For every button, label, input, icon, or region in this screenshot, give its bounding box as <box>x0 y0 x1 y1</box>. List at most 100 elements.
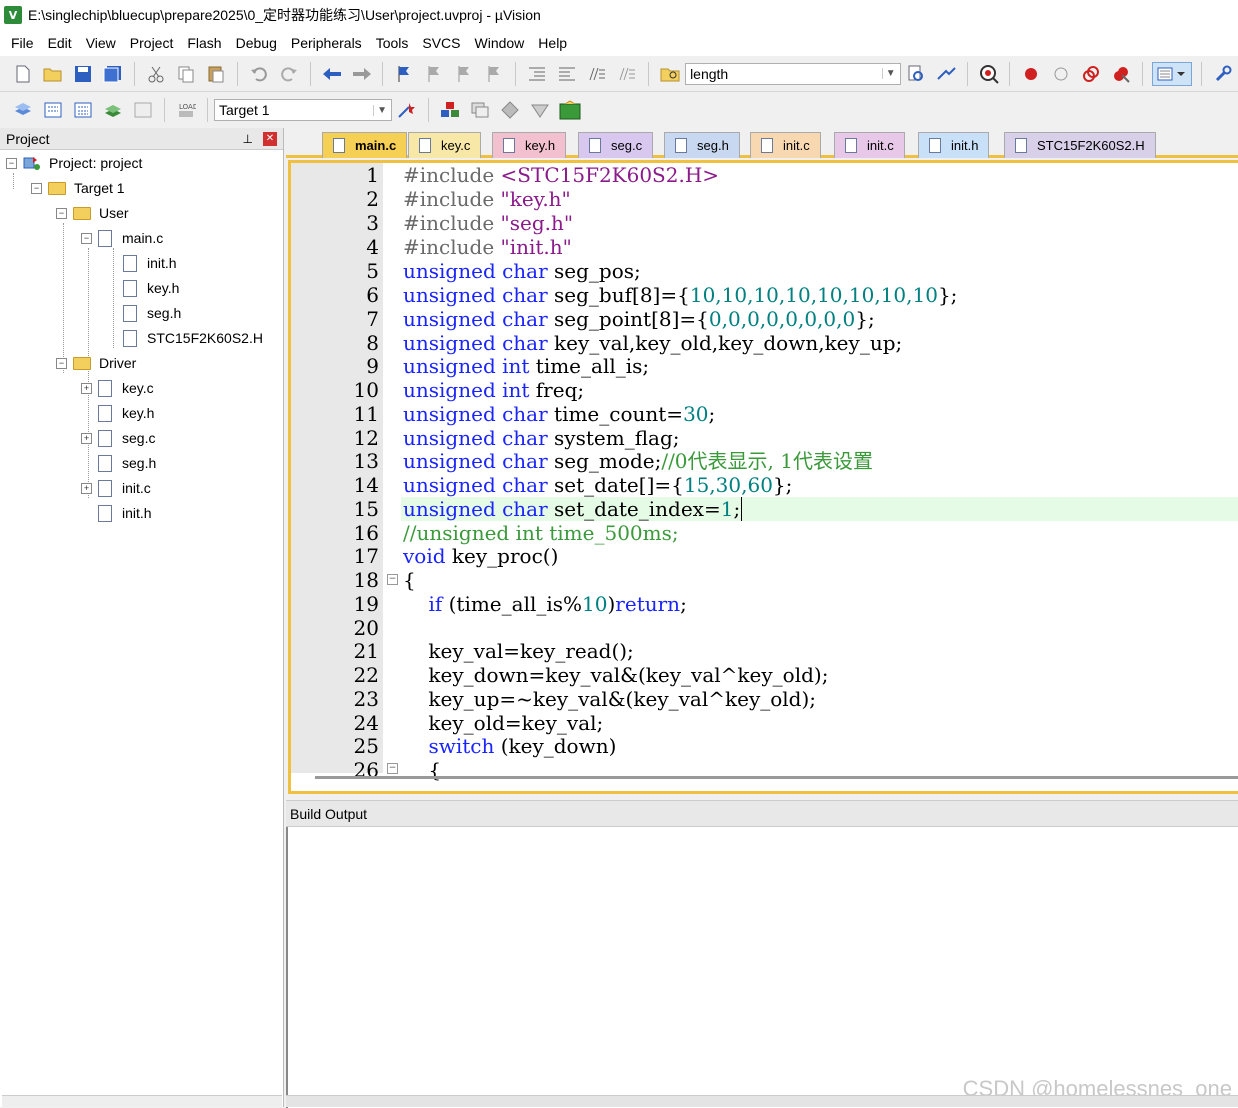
copy-icon[interactable] <box>174 62 198 86</box>
tree-project[interactable]: − Project: project <box>6 152 142 174</box>
tree-file-stc-h[interactable]: STC15F2K60S2.H <box>106 327 263 349</box>
collapse-icon[interactable]: − <box>6 158 17 169</box>
cut-icon[interactable] <box>144 62 168 86</box>
fold-collapse-icon[interactable]: − <box>387 763 398 774</box>
collapse-icon[interactable]: − <box>81 233 92 244</box>
navigate-forward-icon[interactable] <box>350 62 374 86</box>
save-icon[interactable] <box>71 62 95 86</box>
tree-file-init-h[interactable]: init.h <box>106 252 177 274</box>
menu-debug[interactable]: Debug <box>229 35 284 51</box>
download-icon[interactable]: LOAD <box>174 98 198 122</box>
comment-icon[interactable] <box>585 62 609 86</box>
menu-help[interactable]: Help <box>531 35 574 51</box>
editor-hscrollbar[interactable] <box>315 776 1238 779</box>
collapse-icon[interactable]: − <box>31 183 42 194</box>
collapse-icon[interactable]: − <box>56 358 67 369</box>
tab-seg-c[interactable]: seg.c <box>578 132 653 158</box>
expand-icon[interactable]: + <box>81 433 92 444</box>
tree-file-key-h-driver[interactable]: key.h <box>81 402 154 424</box>
indent-icon[interactable] <box>525 62 549 86</box>
tree-group-driver[interactable]: − Driver <box>56 352 136 374</box>
insert-bookmark-icon[interactable] <box>392 62 416 86</box>
find-icon[interactable] <box>904 62 928 86</box>
target-options-icon[interactable] <box>395 98 419 122</box>
manage-project-items-icon[interactable] <box>438 98 462 122</box>
menu-file[interactable]: File <box>4 35 41 51</box>
chevron-down-icon[interactable]: ▼ <box>882 68 896 79</box>
pack-installer-green-icon[interactable] <box>558 98 582 122</box>
tab-key-c[interactable]: key.c <box>408 132 481 158</box>
expand-icon[interactable]: + <box>81 383 92 394</box>
target-select-value: Target 1 <box>219 102 270 118</box>
code-line: unsigned char seg_point[8]={0,0,0,0,0,0,… <box>403 307 875 331</box>
clear-bookmarks-icon[interactable] <box>482 62 506 86</box>
breakpoint-icon[interactable] <box>1019 62 1043 86</box>
batch-build-icon[interactable] <box>101 98 125 122</box>
tree-file-key-c[interactable]: + key.c <box>81 377 154 399</box>
tree-file-main-c[interactable]: − main.c <box>81 227 163 249</box>
select-packs-icon[interactable] <box>468 98 492 122</box>
menu-window[interactable]: Window <box>468 35 532 51</box>
tree-file-init-h-driver[interactable]: init.h <box>81 502 152 524</box>
save-all-icon[interactable] <box>101 62 125 86</box>
tree-file-init-c[interactable]: + init.c <box>81 477 151 499</box>
tab-key-h[interactable]: key.h <box>492 132 566 158</box>
tab-seg-h[interactable]: seg.h <box>664 132 740 158</box>
expand-icon[interactable]: + <box>81 483 92 494</box>
uncomment-icon[interactable] <box>615 62 639 86</box>
unindent-icon[interactable] <box>555 62 579 86</box>
menu-edit[interactable]: Edit <box>41 35 79 51</box>
next-bookmark-icon[interactable] <box>452 62 476 86</box>
build-output-text[interactable]: CSDN @homelessnes_one <box>286 827 1238 1108</box>
target-select[interactable]: Target 1 ▼ <box>214 99 392 121</box>
manage-rte-icon[interactable] <box>498 98 522 122</box>
find-combo[interactable]: length ▼ <box>685 63 901 85</box>
disable-all-breakpoints-icon[interactable] <box>1079 62 1103 86</box>
rebuild-icon[interactable] <box>71 98 95 122</box>
debug-session-icon[interactable] <box>977 62 1001 86</box>
tree-file-seg-c[interactable]: + seg.c <box>81 427 155 449</box>
prev-bookmark-icon[interactable] <box>422 62 446 86</box>
kill-all-breakpoints-icon[interactable] <box>1109 62 1133 86</box>
window-layout-icon[interactable] <box>1152 62 1192 86</box>
redo-icon[interactable] <box>277 62 301 86</box>
build-icon[interactable] <box>41 98 65 122</box>
menu-view[interactable]: View <box>79 35 123 51</box>
configure-icon[interactable] <box>1211 62 1235 86</box>
translate-icon[interactable] <box>11 98 35 122</box>
code-editor[interactable]: 1 2 3 4 5 6 7 8 9 10 11 12 13 14 15 16 1… <box>288 160 1238 794</box>
find-in-files-icon[interactable] <box>658 62 682 86</box>
menu-project[interactable]: Project <box>123 35 181 51</box>
menu-svcs[interactable]: SVCS <box>415 35 467 51</box>
tree-file-key-h[interactable]: key.h <box>106 277 179 299</box>
tab-init-c-2[interactable]: init.c <box>834 132 905 158</box>
menu-peripherals[interactable]: Peripherals <box>284 35 369 51</box>
tree-target[interactable]: − Target 1 <box>31 177 125 199</box>
new-file-icon[interactable] <box>11 62 35 86</box>
tree-file-seg-h[interactable]: seg.h <box>106 302 181 324</box>
navigate-back-icon[interactable] <box>320 62 344 86</box>
tree-file-seg-h-driver[interactable]: seg.h <box>81 452 156 474</box>
tab-main-c[interactable]: main.c <box>322 132 407 158</box>
stop-build-icon[interactable] <box>131 98 155 122</box>
pin-icon[interactable]: ⊥ <box>243 132 253 146</box>
menu-tools[interactable]: Tools <box>369 35 416 51</box>
tab-init-h[interactable]: init.h <box>918 132 989 158</box>
fold-collapse-icon[interactable]: − <box>387 574 398 585</box>
incremental-find-icon[interactable] <box>934 62 958 86</box>
menu-flash[interactable]: Flash <box>180 35 228 51</box>
chevron-down-icon[interactable]: ▼ <box>373 105 387 116</box>
project-panel-hscrollbar[interactable] <box>2 1095 282 1107</box>
project-panel-header: Project ⊥ ✕ <box>0 128 283 150</box>
collapse-icon[interactable]: − <box>56 208 67 219</box>
open-folder-icon[interactable] <box>41 62 65 86</box>
undo-icon[interactable] <box>247 62 271 86</box>
tab-stc15f2k60s2-h[interactable]: STC15F2K60S2.H <box>1004 132 1156 158</box>
tree-group-user[interactable]: − User <box>56 202 129 224</box>
paste-icon[interactable] <box>204 62 228 86</box>
output-hscrollbar[interactable] <box>286 1095 1238 1107</box>
disable-breakpoint-icon[interactable] <box>1049 62 1073 86</box>
close-icon[interactable]: ✕ <box>263 132 277 146</box>
pack-installer-icon[interactable] <box>528 98 552 122</box>
tab-init-c[interactable]: init.c <box>750 132 821 158</box>
